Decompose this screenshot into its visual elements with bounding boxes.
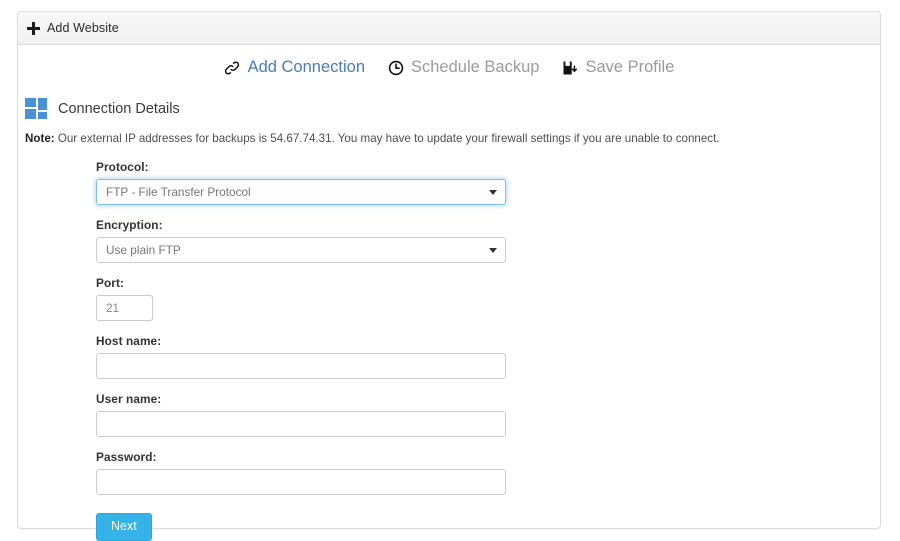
nav-item-add-connection[interactable]: Add Connection xyxy=(224,59,365,76)
grid-blocks-icon xyxy=(25,98,47,119)
note-prefix: Note: xyxy=(25,132,55,145)
nav-item-save-profile[interactable]: Save Profile xyxy=(561,59,674,76)
section-header: Connection Details xyxy=(25,98,880,119)
port-input[interactable] xyxy=(96,295,153,322)
app-root: Add Website Add Connection Schedule Back… xyxy=(0,0,900,541)
nav-item-schedule-backup[interactable]: Schedule Backup xyxy=(387,59,539,76)
hostname-input[interactable] xyxy=(96,353,506,380)
field-protocol: Protocol: FTP - File Transfer Protocol xyxy=(96,160,880,206)
field-hostname: Host name: xyxy=(96,334,880,380)
password-label: Password: xyxy=(96,450,157,465)
note-body: Our external IP addresses for backups is… xyxy=(54,132,720,145)
hostname-label: Host name: xyxy=(96,334,162,349)
panel-body: Add Connection Schedule Backup Save Prof… xyxy=(18,45,880,541)
username-label: User name: xyxy=(96,392,162,407)
field-password: Password: xyxy=(96,450,880,496)
nav-item-label: Add Connection xyxy=(247,58,365,77)
section-title: Connection Details xyxy=(58,100,180,117)
encryption-select[interactable]: Use plain FTP xyxy=(96,237,506,264)
panel-header-title: Add Website xyxy=(47,21,119,35)
encryption-label: Encryption: xyxy=(96,218,163,233)
username-input[interactable] xyxy=(96,411,506,438)
encryption-select-wrap: Use plain FTP xyxy=(96,237,506,264)
nav-item-label: Save Profile xyxy=(585,58,675,77)
connection-form: Protocol: FTP - File Transfer Protocol E… xyxy=(18,160,880,541)
next-button[interactable]: Next xyxy=(96,513,152,541)
field-port: Port: xyxy=(96,276,880,322)
port-label: Port: xyxy=(96,276,125,291)
chain-link-icon xyxy=(224,59,241,76)
password-input[interactable] xyxy=(96,469,506,496)
protocol-select-wrap: FTP - File Transfer Protocol xyxy=(96,179,506,206)
clock-icon xyxy=(387,59,404,76)
plus-icon xyxy=(27,21,40,35)
wizard-nav: Add Connection Schedule Backup Save Prof… xyxy=(18,45,880,80)
note-text: Note: Our external IP addresses for back… xyxy=(25,131,880,146)
panel-header: Add Website xyxy=(18,12,880,45)
nav-item-label: Schedule Backup xyxy=(411,58,540,77)
field-encryption: Encryption: Use plain FTP xyxy=(96,218,880,264)
add-website-panel: Add Website Add Connection Schedule Back… xyxy=(17,11,881,541)
protocol-label: Protocol: xyxy=(96,160,149,175)
field-username: User name: xyxy=(96,392,880,438)
protocol-select[interactable]: FTP - File Transfer Protocol xyxy=(96,179,506,206)
floppy-save-icon xyxy=(561,59,578,76)
